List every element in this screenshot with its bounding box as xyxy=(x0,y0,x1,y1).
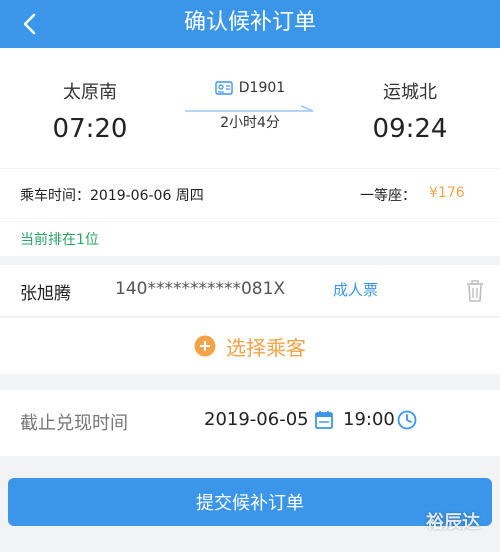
departure-station: 太原南 xyxy=(63,82,117,103)
arrival-block: 运城北 09:24 xyxy=(340,78,480,144)
deadline-date[interactable]: 2019-06-05 xyxy=(204,409,309,430)
watermark-logo: 裕辰达 xyxy=(426,512,480,533)
arrival-station: 运城北 xyxy=(383,82,437,103)
select-passenger-label: 选择乘客 xyxy=(226,335,306,360)
ticket-type[interactable]: 成人票 xyxy=(333,279,378,300)
calendar-icon[interactable] xyxy=(314,410,334,430)
passenger-name: 张旭腾 xyxy=(20,284,71,304)
submit-order-button[interactable]: 提交候补订单 xyxy=(8,478,492,526)
nav-header: 确认候补订单 xyxy=(0,0,500,48)
passenger-id-number: 140***********081X xyxy=(115,279,286,299)
arrival-time: 09:24 xyxy=(372,114,448,144)
select-passenger-button[interactable]: 选择乘客 xyxy=(0,318,500,374)
ticket-price: ¥176 xyxy=(429,185,465,201)
trip-card: 太原南 07:20 D1901 2小时4分 运城北 09:24 xyxy=(0,48,500,168)
departure-block: 太原南 07:20 xyxy=(20,78,160,144)
plus-circle-icon xyxy=(194,335,216,357)
queue-text: 当前排在1位 xyxy=(20,232,99,248)
departure-time: 07:20 xyxy=(52,114,128,144)
clock-icon[interactable] xyxy=(397,410,417,430)
passenger-row[interactable]: 张旭腾 140***********081X 成人票 xyxy=(0,265,500,317)
train-info: D1901 xyxy=(180,80,320,96)
deadline-label: 截止兑现时间 xyxy=(20,413,128,434)
ride-info-row: 乘车时间：2019-06-06 周四 一等座： ¥176 xyxy=(0,169,500,221)
trip-duration: 2小时4分 xyxy=(220,115,280,131)
ride-date: 乘车时间：2019-06-06 周四 xyxy=(20,188,204,204)
trash-icon[interactable] xyxy=(464,279,486,303)
deadline-row: 截止兑现时间 2019-06-05 19:00 xyxy=(0,390,500,456)
seat-class: 一等座： xyxy=(360,188,416,204)
deadline-time[interactable]: 19:00 xyxy=(343,409,395,430)
queue-status: 当前排在1位 xyxy=(0,222,500,256)
train-number: D1901 xyxy=(238,80,286,96)
id-card-icon xyxy=(215,81,233,95)
page-title: 确认候补订单 xyxy=(183,10,316,35)
